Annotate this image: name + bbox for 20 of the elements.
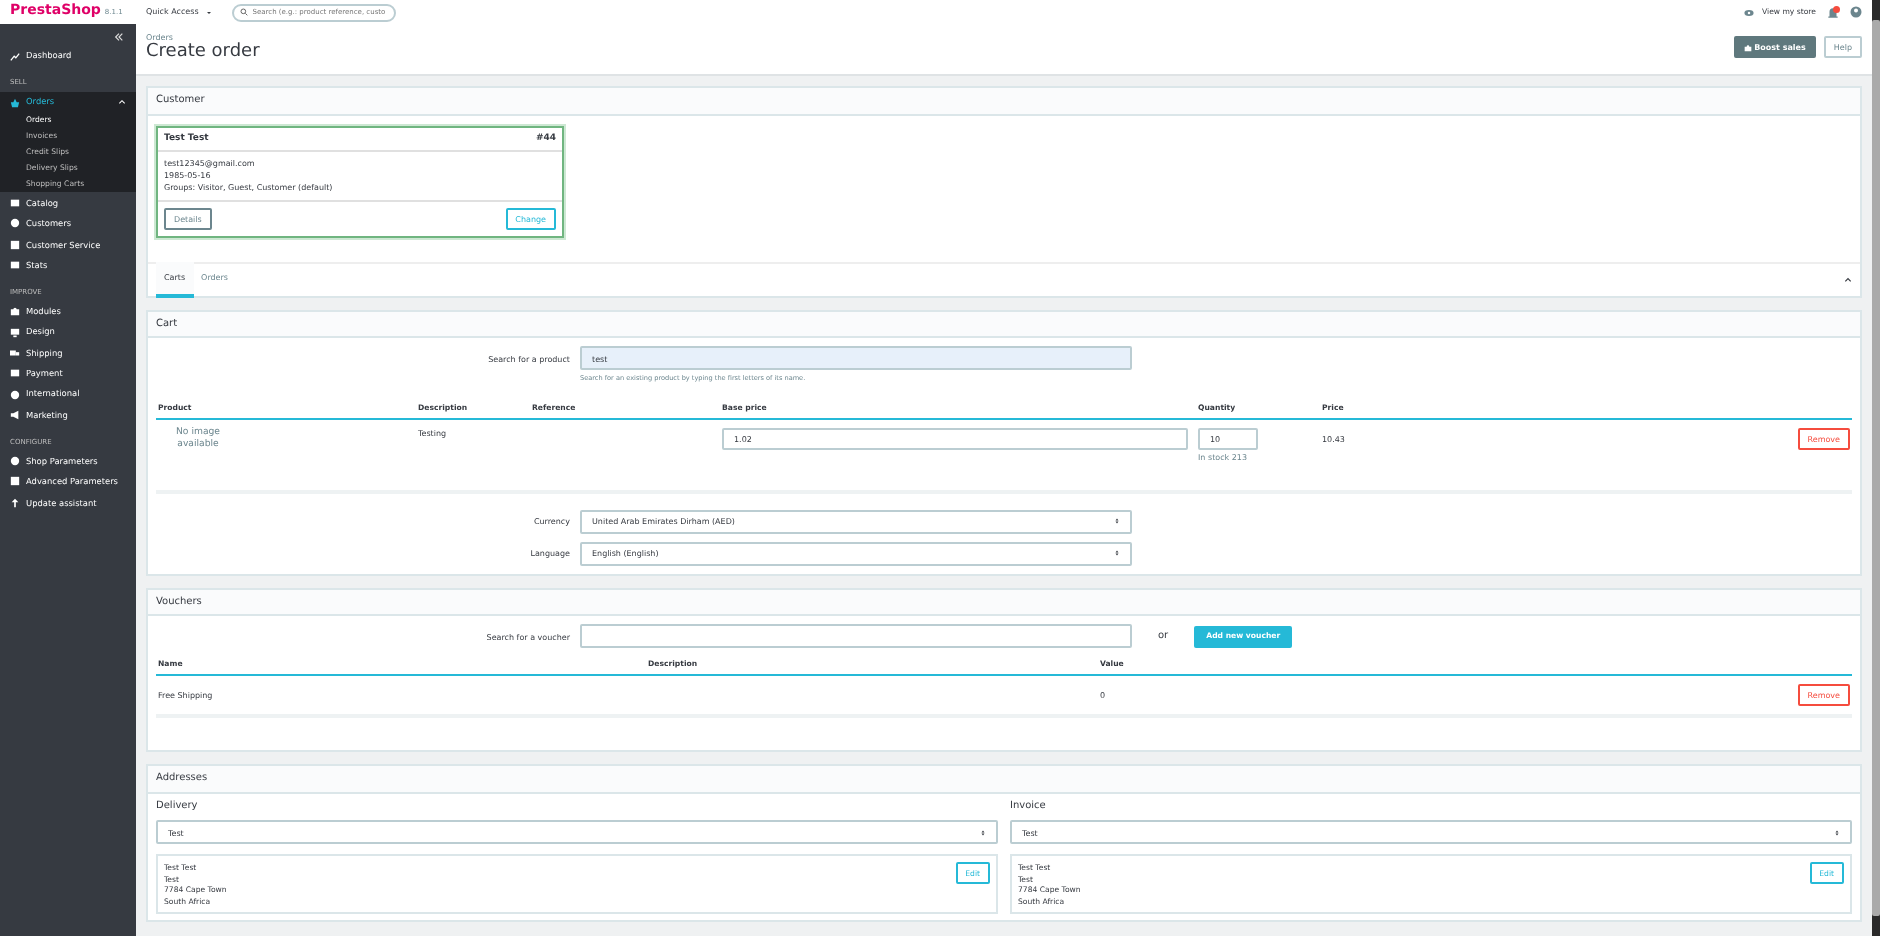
puzzle-icon [1744, 43, 1753, 52]
sort-icon [1114, 518, 1120, 525]
sort-icon [980, 829, 986, 836]
arrow-up-icon [10, 497, 20, 508]
user-icon [1850, 6, 1862, 18]
voucher-search-field[interactable] [580, 624, 1132, 649]
sort-icon [1114, 550, 1120, 557]
page-title: Create order [146, 42, 260, 66]
truck-icon [10, 347, 20, 358]
scrollbar[interactable] [1872, 0, 1880, 936]
puzzle-icon [10, 306, 20, 317]
search-icon [240, 8, 249, 16]
bell-icon [1826, 5, 1840, 19]
monitor-icon [10, 327, 20, 338]
trend-line-icon [10, 51, 20, 62]
eye-icon [1744, 7, 1755, 17]
basket-icon [10, 97, 20, 108]
sort-icon [1834, 829, 1840, 836]
collapse-icon [114, 32, 124, 42]
megaphone-icon [10, 410, 20, 421]
